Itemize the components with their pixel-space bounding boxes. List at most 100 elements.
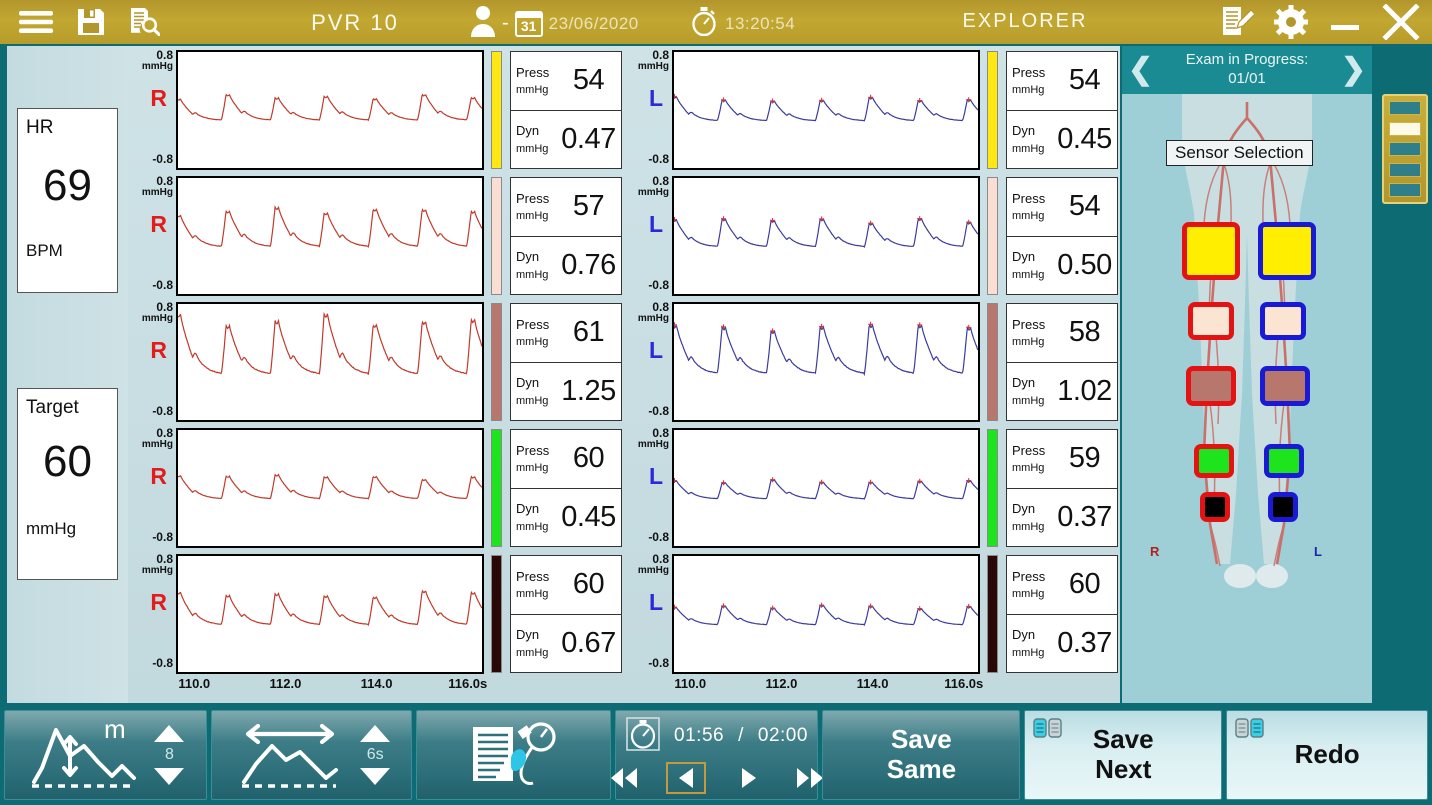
segment-bar-5[interactable]: [1389, 183, 1421, 197]
application-window: PVR 10 - 31 23/06/2020 13:20:54 EXPLORER: [0, 0, 1432, 805]
triangle-up-icon[interactable]: [154, 725, 185, 742]
document-search-icon[interactable]: [128, 7, 160, 37]
save-next-button[interactable]: Save Next: [1024, 710, 1223, 800]
waveform-panel-l-5: 0.8 mmHg L -0.8 Press mmHg 60 Dyn mmHg 0…: [624, 550, 1120, 676]
waveform-plot-r-5[interactable]: [176, 554, 484, 674]
y-axis-l-4: 0.8 mmHg L -0.8: [624, 424, 672, 544]
y-axis-min: -0.8: [152, 530, 173, 544]
y-axis-min: -0.8: [152, 152, 173, 166]
hamburger-menu-icon[interactable]: [18, 9, 54, 35]
side-label-r: R: [150, 85, 167, 112]
waveform-plot-r-3[interactable]: [176, 302, 484, 422]
cuff-left-metatarsal[interactable]: [1264, 444, 1304, 478]
chevron-right-icon[interactable]: ❯: [1341, 55, 1366, 85]
target-label: Target: [26, 397, 79, 418]
amplitude-stepper[interactable]: 8: [154, 725, 185, 785]
dynamic-cell: Dyn mmHg 0.45: [511, 487, 621, 547]
redo-button[interactable]: Redo: [1226, 710, 1428, 800]
waveform-plot-l-1[interactable]: [672, 50, 980, 170]
playback-timer: 01:56 / 02:00: [626, 716, 808, 756]
timebase-stepper[interactable]: 6s: [360, 725, 391, 785]
target-unit: mmHg: [26, 519, 77, 538]
pressure-cell: Press mmHg 60: [511, 556, 621, 614]
side-label-l: L: [648, 337, 663, 364]
cuff-left-calf[interactable]: [1260, 302, 1306, 340]
cuff-left-toe[interactable]: [1268, 492, 1298, 522]
cuff-right-ankle[interactable]: [1186, 366, 1236, 406]
report-button[interactable]: [415, 710, 612, 800]
waveform-plot-r-2[interactable]: [176, 176, 484, 296]
triangle-down-icon[interactable]: [360, 768, 391, 785]
close-button[interactable]: [1382, 4, 1420, 40]
cuff-right-thigh[interactable]: [1182, 222, 1240, 280]
dynamic-label: Dyn: [516, 627, 540, 643]
y-axis-max: 0.8: [652, 426, 669, 440]
playback-button[interactable]: 01:56 / 02:00: [610, 710, 823, 800]
dynamic-unit: mmHg: [516, 394, 549, 407]
dynamic-value: 1.25: [561, 374, 616, 407]
measurements-r-2: Press mmHg 57 Dyn mmHg 0.76: [510, 177, 622, 295]
dynamic-value: 0.37: [1057, 500, 1112, 533]
legs-illustration: [1182, 94, 1312, 588]
segment-bar-3[interactable]: [1389, 142, 1421, 156]
dynamic-cell: Dyn mmHg 0.67: [511, 613, 621, 673]
cuff-right-metatarsal[interactable]: [1194, 444, 1234, 478]
cuff-left-thigh[interactable]: [1258, 222, 1316, 280]
minimize-button[interactable]: [1328, 7, 1362, 37]
y-axis-max: 0.8: [156, 426, 173, 440]
sensor-color-bar-r-1: [491, 51, 502, 169]
waveform-row: 0.8 mmHg R -0.8 Press mmHg 60 Dyn mmHg 0…: [128, 424, 1120, 550]
segment-bar-4[interactable]: [1389, 162, 1421, 177]
dynamic-value: 0.67: [561, 626, 616, 659]
redo-label: Redo: [1294, 739, 1360, 770]
pressure-value: 58: [1068, 316, 1101, 349]
y-axis-unit: mmHg: [141, 186, 173, 198]
play-icon[interactable]: [728, 762, 768, 794]
heart-rate-label: HR: [26, 117, 54, 138]
gear-icon[interactable]: [1274, 5, 1308, 39]
step-back-icon[interactable]: [665, 761, 706, 794]
waveform-plot-r-4[interactable]: [176, 428, 484, 548]
amplitude-scale-button[interactable]: m 8: [4, 710, 207, 800]
waveform-plot-r-1[interactable]: [176, 50, 484, 170]
segment-bar-2[interactable]: [1389, 121, 1421, 136]
dynamic-value: 0.50: [1057, 248, 1112, 281]
dynamic-cell: Dyn mmHg 0.45: [1007, 109, 1117, 169]
segment-list-icon[interactable]: [1382, 94, 1428, 204]
chevron-left-icon[interactable]: ❮: [1128, 55, 1153, 85]
y-axis-max: 0.8: [652, 174, 669, 188]
segment-bar-1[interactable]: [1389, 101, 1421, 115]
pressure-unit: mmHg: [516, 462, 549, 475]
sensor-color-bar-l-2: [987, 177, 998, 295]
y-axis-max: 0.8: [156, 552, 173, 566]
triangle-down-icon[interactable]: [154, 768, 185, 785]
patient-info[interactable]: - 31 23/06/2020: [470, 4, 639, 43]
waveform-plot-l-3[interactable]: [672, 302, 980, 422]
x-axis-left: 110.0 112.0 114.0 116.0s: [624, 676, 1120, 698]
dynamic-value: 0.47: [561, 122, 616, 155]
timebase-button[interactable]: 6s: [210, 710, 412, 800]
waveform-plot-l-4[interactable]: [672, 428, 980, 548]
triangle-up-icon[interactable]: [360, 725, 391, 742]
waveform-plot-l-5[interactable]: [672, 554, 980, 674]
cuff-right-toe[interactable]: [1200, 492, 1230, 522]
pressure-cell: Press mmHg 58: [1007, 304, 1117, 362]
save-next-line1: Save: [1092, 724, 1154, 755]
exam-status: Exam in Progress: 01/01: [1153, 51, 1341, 89]
floppy-save-icon[interactable]: [76, 7, 106, 37]
side-label-r: R: [150, 463, 167, 490]
transport-controls: [604, 761, 830, 794]
cuff-right-calf[interactable]: [1188, 302, 1234, 340]
y-axis-unit: mmHg: [637, 438, 669, 450]
heart-rate-unit: BPM: [26, 241, 63, 260]
vitals-sidebar: HR 69 BPM Target 60 mmHg: [4, 46, 128, 703]
dynamic-cell: Dyn mmHg 0.37: [1007, 487, 1117, 547]
cuff-left-ankle[interactable]: [1260, 366, 1310, 406]
measurements-l-1: Press mmHg 54 Dyn mmHg 0.45: [1006, 51, 1118, 169]
save-same-button[interactable]: Save Same: [822, 710, 1021, 800]
body-diagram: R L Sensor Selection: [1122, 94, 1372, 703]
title-bar: PVR 10 - 31 23/06/2020 13:20:54 EXPLORER: [0, 0, 1432, 44]
waveform-plot-l-2[interactable]: [672, 176, 980, 296]
notes-edit-icon[interactable]: [1220, 6, 1254, 38]
rewind-icon[interactable]: [604, 762, 644, 794]
